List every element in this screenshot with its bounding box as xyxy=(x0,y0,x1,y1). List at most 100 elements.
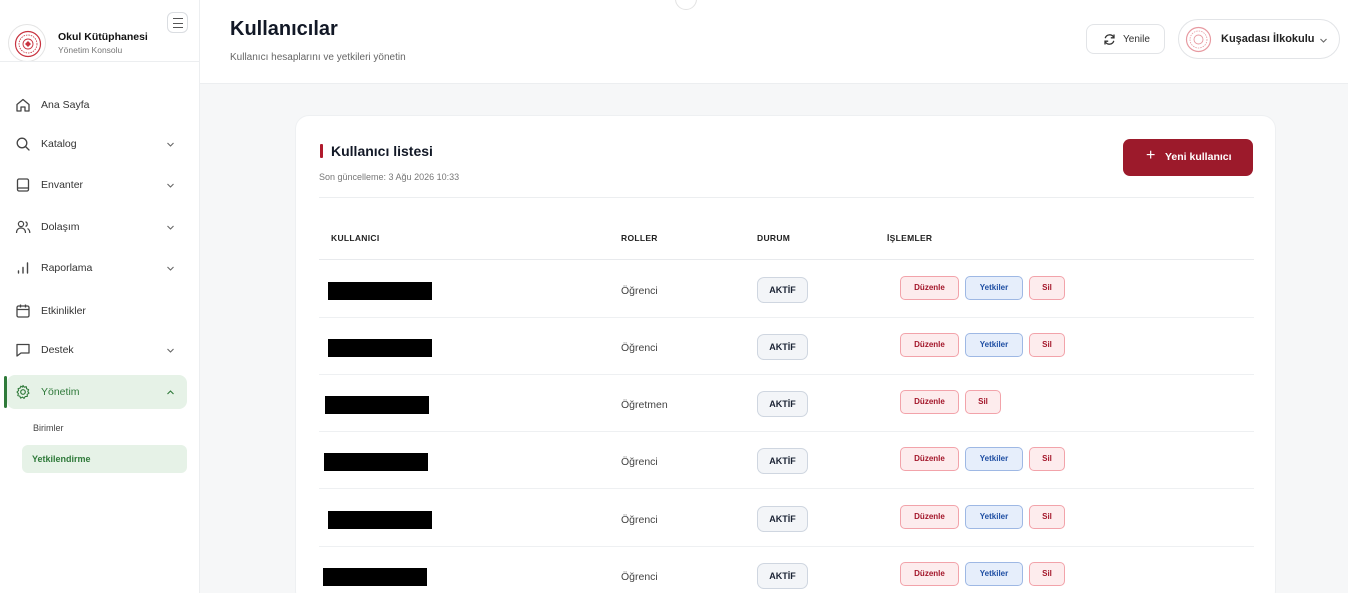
redacted-user-name xyxy=(328,511,432,529)
permissions-button[interactable]: Yetkiler xyxy=(965,333,1023,357)
sidebar-item-label: Etkinlikler xyxy=(41,305,86,317)
gear-icon xyxy=(16,384,30,399)
refresh-label: Yenile xyxy=(1123,34,1150,45)
delete-button[interactable]: Sil xyxy=(1029,276,1065,300)
chevron-down-icon xyxy=(167,348,174,353)
sidebar: Okul Kütüphanesi Yönetim Konsolu Ana Say… xyxy=(0,0,200,593)
permissions-button[interactable]: Yetkiler xyxy=(965,505,1023,529)
brand[interactable]: Okul Kütüphanesi Yönetim Konsolu xyxy=(8,18,192,62)
delete-button[interactable]: Sil xyxy=(1029,505,1065,529)
delete-button[interactable]: Sil xyxy=(965,390,1001,414)
column-header-roles: ROLLER xyxy=(621,233,658,243)
users-icon xyxy=(15,220,31,234)
menu-toggle-button[interactable] xyxy=(167,12,188,33)
status-badge: AKTİF xyxy=(757,448,808,474)
table-row: Öğrenci AKTİF Düzenle Yetkiler Sil xyxy=(319,318,1254,375)
bar-chart-icon xyxy=(17,262,29,274)
header-divider xyxy=(319,259,1254,260)
chevron-up-icon xyxy=(167,390,174,395)
user-role: Öğrenci xyxy=(621,456,658,468)
column-header-actions: İŞLEMLER xyxy=(887,233,933,243)
sidebar-subitem-birimler[interactable]: Birimler xyxy=(22,414,187,442)
sidebar-item-raporlama[interactable]: Raporlama xyxy=(7,251,187,285)
status-badge: AKTİF xyxy=(757,563,808,589)
edit-button[interactable]: Düzenle xyxy=(900,276,959,300)
inventory-icon xyxy=(16,178,30,192)
sidebar-item-label: Envanter xyxy=(41,179,84,191)
school-logo-icon xyxy=(8,24,46,62)
sidebar-item-yonetim[interactable]: Yönetim xyxy=(7,375,187,409)
delete-button[interactable]: Sil xyxy=(1029,447,1065,471)
refresh-icon xyxy=(1104,34,1115,45)
sidebar-item-destek[interactable]: Destek xyxy=(7,333,187,367)
brand-divider xyxy=(0,61,200,62)
permissions-button[interactable]: Yetkiler xyxy=(965,447,1023,471)
title-accent xyxy=(320,144,323,158)
sidebar-subitem-yetkilendirme[interactable]: Yetkilendirme xyxy=(22,445,187,473)
redacted-user-name xyxy=(328,282,432,300)
chevron-down-icon xyxy=(1320,38,1327,43)
delete-button[interactable]: Sil xyxy=(1029,333,1065,357)
column-header-user: KULLANICI xyxy=(331,233,380,243)
edit-button[interactable]: Düzenle xyxy=(900,447,959,471)
redacted-user-name xyxy=(323,568,427,586)
user-list-card: Kullanıcı listesi Son güncelleme: 3 Ağu … xyxy=(295,115,1276,593)
sidebar-item-label: Dolaşım xyxy=(41,221,80,233)
sidebar-subitem-label: Birimler xyxy=(33,423,64,433)
refresh-button[interactable]: Yenile xyxy=(1086,24,1165,54)
table-row: Öğrenci AKTİF Düzenle Yetkiler Sil xyxy=(319,490,1254,547)
sidebar-item-ana-sayfa[interactable]: Ana Sayfa xyxy=(7,88,187,122)
edit-button[interactable]: Düzenle xyxy=(900,505,959,529)
plus-icon: + xyxy=(1146,147,1156,164)
brand-subtitle: Yönetim Konsolu xyxy=(58,45,123,55)
delete-button[interactable]: Sil xyxy=(1029,562,1065,586)
permissions-button[interactable]: Yetkiler xyxy=(965,276,1023,300)
sidebar-item-etkinlikler[interactable]: Etkinlikler xyxy=(7,294,187,328)
school-selector[interactable]: Kuşadası İlkokulu xyxy=(1178,19,1340,59)
redacted-user-name xyxy=(325,396,429,414)
brand-title: Okul Kütüphanesi xyxy=(58,31,148,43)
edit-button[interactable]: Düzenle xyxy=(900,562,959,586)
sidebar-item-katalog[interactable]: Katalog xyxy=(7,127,187,161)
school-name: Kuşadası İlkokulu xyxy=(1221,33,1315,45)
user-role: Öğrenci xyxy=(621,285,658,297)
status-badge: AKTİF xyxy=(757,277,808,303)
status-badge: AKTİF xyxy=(757,391,808,417)
user-role: Öğretmen xyxy=(621,399,668,411)
sidebar-item-label: Destek xyxy=(41,344,74,356)
card-divider xyxy=(319,197,1254,198)
permissions-button[interactable]: Yetkiler xyxy=(965,562,1023,586)
edit-button[interactable]: Düzenle xyxy=(900,390,959,414)
home-icon xyxy=(16,98,30,112)
chat-icon xyxy=(16,343,30,357)
sidebar-item-label: Yönetim xyxy=(41,386,80,398)
table-row: Öğretmen AKTİF Düzenle Sil xyxy=(319,375,1254,432)
hamburger-icon xyxy=(173,18,183,20)
school-logo-icon xyxy=(1185,26,1212,53)
sidebar-item-label: Ana Sayfa xyxy=(41,99,90,111)
chevron-down-icon xyxy=(167,142,174,147)
search-icon xyxy=(16,137,30,151)
page-subtitle: Kullanıcı hesaplarını ve yetkileri yönet… xyxy=(230,52,406,63)
edit-button[interactable]: Düzenle xyxy=(900,333,959,357)
status-badge: AKTİF xyxy=(757,334,808,360)
new-user-button[interactable]: + Yeni kullanıcı xyxy=(1123,139,1253,176)
user-role: Öğrenci xyxy=(621,514,658,526)
table-row: Öğrenci AKTİF Düzenle Yetkiler Sil xyxy=(319,547,1254,593)
sidebar-item-envanter[interactable]: Envanter xyxy=(7,168,187,202)
status-badge: AKTİF xyxy=(757,506,808,532)
card-title: Kullanıcı listesi xyxy=(331,143,433,159)
chevron-down-icon xyxy=(167,183,174,188)
page-header: Kullanıcılar Kullanıcı hesaplarını ve ye… xyxy=(200,0,1348,84)
pull-tab-icon[interactable] xyxy=(675,0,697,10)
user-role: Öğrenci xyxy=(621,342,658,354)
table-row: Öğrenci AKTİF Düzenle Yetkiler Sil xyxy=(319,432,1254,489)
page-title: Kullanıcılar xyxy=(230,18,338,40)
redacted-user-name xyxy=(324,453,428,471)
chevron-down-icon xyxy=(167,266,174,271)
user-role: Öğrenci xyxy=(621,571,658,583)
table-row: Öğrenci AKTİF Düzenle Yetkiler Sil xyxy=(319,261,1254,318)
calendar-icon xyxy=(16,304,30,318)
sidebar-item-dolasim[interactable]: Dolaşım xyxy=(7,210,187,244)
new-user-label: Yeni kullanıcı xyxy=(1165,151,1232,163)
